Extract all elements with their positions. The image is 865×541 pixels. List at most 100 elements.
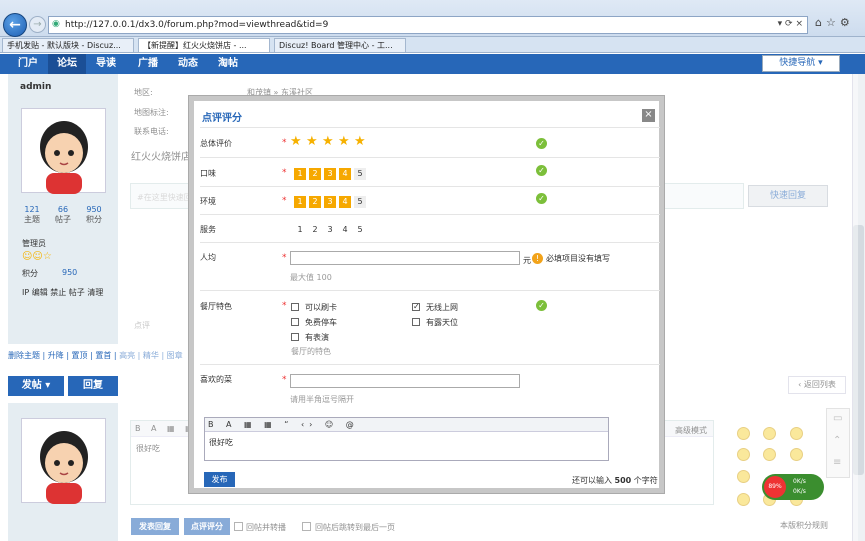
forward-icon[interactable]: → (29, 16, 46, 33)
divider (200, 364, 660, 365)
service-score[interactable]: 4 (339, 224, 351, 236)
feature-checkbox[interactable] (291, 303, 299, 311)
nav-item[interactable]: 论坛 (48, 54, 86, 74)
star-icon[interactable]: ★ (306, 134, 318, 149)
star-icon[interactable]: ★ (338, 134, 350, 149)
taste-score[interactable]: 4 (339, 168, 351, 180)
feature-label: 有露天位 (426, 318, 458, 327)
star-icon[interactable]: ★ (290, 134, 302, 149)
nav-item[interactable]: 动态 (170, 54, 206, 74)
feature-label: 可以刷卡 (305, 303, 337, 312)
dish-hint: 请用半角逗号隔开 (290, 395, 354, 404)
check-icon: ✓ (536, 138, 547, 149)
publish-button[interactable]: 发布 (204, 472, 235, 487)
rating-dialog: 点评评分 × 总体评价 * ★ ★ ★ ★ ★ ✓ 口味 * 1 2 3 4 5… (189, 96, 664, 493)
memory-percent: 89% (764, 476, 786, 498)
divider (200, 214, 660, 215)
new-post-button[interactable]: 发帖 ▾ (8, 376, 64, 396)
browser-tab[interactable]: Discuz! Board 管理中心 - 工... (274, 38, 406, 52)
reply-button[interactable]: 回复 (68, 376, 118, 396)
taste-score[interactable]: 1 (294, 168, 306, 180)
required-mark: * (282, 253, 287, 263)
stat-threads[interactable]: 121 主题 (18, 205, 46, 225)
divider (200, 186, 660, 187)
nav-item[interactable]: 淘帖 (210, 54, 246, 74)
nav-item[interactable]: 导读 (88, 54, 124, 74)
avg-unit: 元 (523, 256, 531, 265)
admin-links[interactable]: IP 编辑 禁止 帖子 清理 (22, 287, 103, 298)
feature-label: 有表演 (305, 333, 329, 342)
divider (200, 290, 660, 291)
dialog-editor-content[interactable]: 很好吃 (209, 437, 233, 448)
feature-checkbox[interactable] (291, 333, 299, 341)
feature-checkbox-checked[interactable]: ✓ (412, 303, 420, 311)
avg-price-input[interactable] (290, 251, 520, 265)
dialog-editor-toolbar[interactable]: B A ▦ ▦ “ ‹› ☺ @ (205, 418, 608, 432)
browser-tab[interactable]: 手机发贴 - 默认版块 - Discuz... (2, 38, 134, 52)
close-icon[interactable]: × (642, 109, 655, 122)
nav-item[interactable]: 广播 (130, 54, 166, 74)
dialog-title: 点评评分 (202, 113, 242, 124)
required-mark: * (282, 138, 287, 148)
env-score[interactable]: 3 (324, 196, 336, 208)
env-score[interactable]: 1 (294, 196, 306, 208)
service-score[interactable]: 3 (324, 224, 336, 236)
env-label: 环境 (200, 197, 216, 206)
avatar[interactable] (21, 418, 106, 504)
dialog-editor[interactable]: B A ▦ ▦ “ ‹› ☺ @ 很好吃 (204, 417, 609, 461)
avatar[interactable] (21, 108, 106, 194)
back-icon[interactable]: ← (3, 13, 27, 37)
avg-label: 人均 (200, 253, 216, 262)
env-score[interactable]: 5 (354, 196, 366, 208)
nav-item[interactable]: 门户 (10, 54, 46, 74)
upload-speed: 0K/s (793, 478, 806, 485)
dish-input[interactable] (290, 374, 520, 388)
user-role: 管理员 (22, 239, 46, 248)
feature-checkbox[interactable] (291, 318, 299, 326)
check-icon: ✓ (536, 165, 547, 176)
avg-hint: 最大值 100 (290, 273, 332, 282)
check-icon: ✓ (536, 300, 547, 311)
features-label: 餐厅特色 (200, 302, 232, 311)
address-controls[interactable]: ▾ ⟳ × (778, 19, 803, 29)
feature-label: 无线上网 (426, 303, 458, 312)
quick-nav-button[interactable]: 快捷导航 ▾ (762, 55, 840, 72)
avg-error: 必填项目没有填写 (546, 254, 610, 263)
required-mark: * (282, 375, 287, 385)
star-icon[interactable]: ★ (354, 134, 366, 149)
required-mark: * (282, 301, 287, 311)
address-bar[interactable]: ◉ http://127.0.0.1/dx3.0/forum.php?mod=v… (48, 16, 808, 34)
page-icon: ◉ (52, 19, 60, 29)
taste-score[interactable]: 2 (309, 168, 321, 180)
service-score[interactable]: 1 (294, 224, 306, 236)
address-url: http://127.0.0.1/dx3.0/forum.php?mod=vie… (65, 20, 329, 30)
service-label: 服务 (200, 225, 216, 234)
taste-score[interactable]: 5 (354, 168, 366, 180)
star-icon[interactable]: ★ (322, 134, 334, 149)
divider (200, 242, 660, 243)
env-score[interactable]: 4 (339, 196, 351, 208)
score-value: 950 (62, 268, 78, 277)
feature-checkbox[interactable] (412, 318, 420, 326)
check-icon: ✓ (536, 193, 547, 204)
author-name[interactable]: admin (20, 82, 51, 92)
tab-bar: 手机发贴 - 默认版块 - Discuz... 【新提醒】红火火烧饼店 - ..… (0, 37, 865, 53)
service-score[interactable]: 2 (309, 224, 321, 236)
warning-icon: ! (532, 253, 543, 264)
score-label: 积分 (22, 269, 38, 278)
divider (200, 157, 660, 158)
features-hint: 餐厅的特色 (291, 347, 331, 356)
service-score[interactable]: 5 (354, 224, 366, 236)
overall-label: 总体评价 (200, 139, 232, 148)
home-star-gear-icons[interactable]: ⌂☆⚙ (815, 16, 854, 29)
browser-tab[interactable]: 【新提醒】红火火烧饼店 - ... (138, 38, 270, 52)
stat-credits[interactable]: 950 积分 (80, 205, 108, 225)
required-mark: * (282, 168, 287, 178)
dish-label: 喜欢的菜 (200, 375, 232, 384)
env-score[interactable]: 2 (309, 196, 321, 208)
stat-posts[interactable]: 66 帖子 (49, 205, 77, 225)
required-mark: * (282, 196, 287, 206)
divider (200, 127, 660, 128)
taste-score[interactable]: 3 (324, 168, 336, 180)
download-speed: 0K/s (793, 488, 806, 495)
